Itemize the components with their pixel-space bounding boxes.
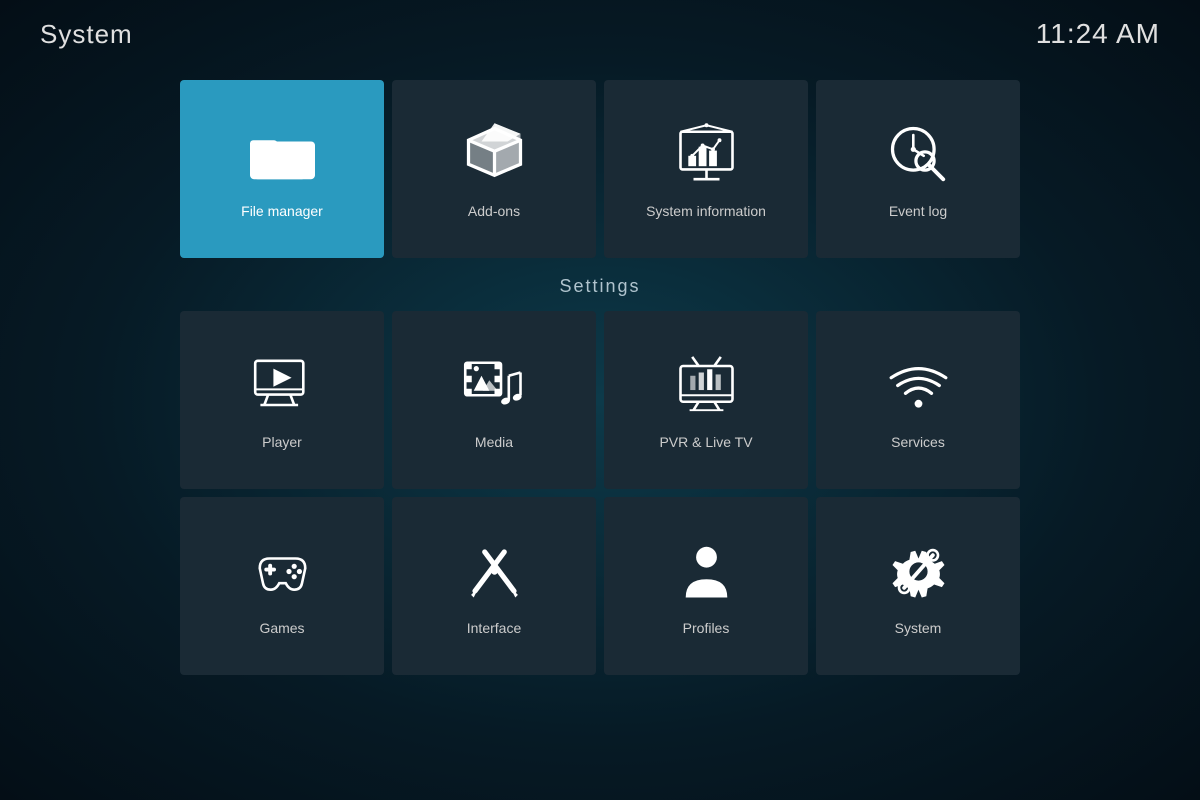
addons-icon	[459, 119, 529, 189]
folder-icon	[247, 119, 317, 189]
system-icon	[883, 536, 953, 606]
tile-profiles[interactable]: Profiles	[604, 497, 808, 675]
tile-media[interactable]: Media	[392, 311, 596, 489]
tile-system-information[interactable]: System information	[604, 80, 808, 258]
tile-pvr[interactable]: PVR & Live TV	[604, 311, 808, 489]
tile-system[interactable]: System	[816, 497, 1020, 675]
profiles-icon	[671, 536, 741, 606]
main-content: File manager Add-ons	[0, 70, 1200, 800]
tile-event-log-label: Event log	[889, 203, 947, 219]
tile-add-ons-label: Add-ons	[468, 203, 520, 219]
tile-file-manager-label: File manager	[241, 203, 323, 219]
interface-icon	[459, 536, 529, 606]
tile-pvr-label: PVR & Live TV	[659, 434, 752, 450]
tile-profiles-label: Profiles	[683, 620, 730, 636]
services-icon	[883, 350, 953, 420]
tile-interface[interactable]: Interface	[392, 497, 596, 675]
tile-games-label: Games	[259, 620, 304, 636]
event-log-icon	[883, 119, 953, 189]
clock: 11:24 AM	[1036, 18, 1160, 50]
settings-title: Settings	[180, 276, 1020, 297]
player-icon	[247, 350, 317, 420]
settings-section: Settings Player	[180, 276, 1020, 683]
tile-interface-label: Interface	[467, 620, 521, 636]
tile-system-information-label: System information	[646, 203, 766, 219]
games-icon	[247, 536, 317, 606]
pvr-icon	[671, 350, 741, 420]
tile-services-label: Services	[891, 434, 945, 450]
tile-system-label: System	[895, 620, 942, 636]
tile-media-label: Media	[475, 434, 513, 450]
top-row: File manager Add-ons	[180, 80, 1020, 258]
tile-file-manager[interactable]: File manager	[180, 80, 384, 258]
tile-games[interactable]: Games	[180, 497, 384, 675]
tile-player-label: Player	[262, 434, 302, 450]
app-title: System	[40, 19, 133, 50]
tile-add-ons[interactable]: Add-ons	[392, 80, 596, 258]
tile-player[interactable]: Player	[180, 311, 384, 489]
media-icon	[459, 350, 529, 420]
system-info-icon	[671, 119, 741, 189]
tile-event-log[interactable]: Event log	[816, 80, 1020, 258]
tile-services[interactable]: Services	[816, 311, 1020, 489]
settings-row-1: Player	[180, 311, 1020, 489]
header: System 11:24 AM	[0, 0, 1200, 68]
settings-row-2: Games Interface	[180, 497, 1020, 675]
